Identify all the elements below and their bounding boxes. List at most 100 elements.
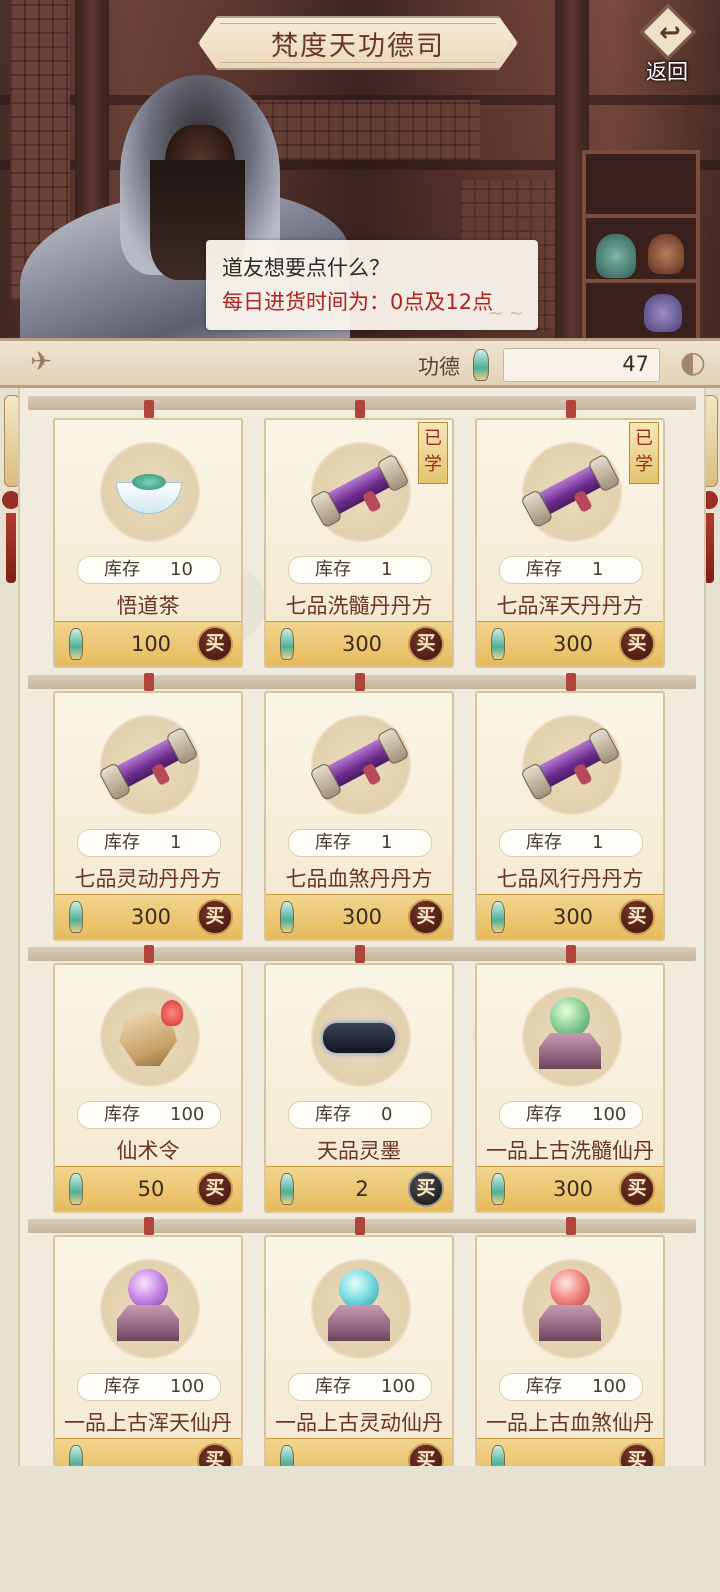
item-name: 一品上古洗髓仙丹 bbox=[486, 1139, 654, 1163]
buy-button[interactable]: 买 bbox=[408, 1171, 444, 1207]
hanger-hook bbox=[144, 945, 154, 963]
stock-pill: 库存 100 bbox=[77, 1101, 221, 1129]
learned-badge: 已学 bbox=[629, 422, 659, 484]
hanger-hook bbox=[144, 400, 154, 418]
hanger-hook bbox=[566, 400, 576, 418]
jade-merit-icon bbox=[491, 628, 505, 660]
recipe-scroll-icon bbox=[514, 714, 627, 812]
item-price: 2 bbox=[355, 1177, 369, 1201]
stock-label: 库存 bbox=[315, 559, 351, 580]
back-label: 返回 bbox=[646, 60, 688, 84]
buy-button[interactable]: 买 bbox=[619, 1443, 655, 1466]
stock-pill: 库存 100 bbox=[77, 1373, 221, 1401]
shop-item-card[interactable]: 库存 100 一品上古洗髓仙丹 300 买 bbox=[475, 945, 665, 1213]
stock-count: 1 bbox=[592, 559, 604, 580]
stock-label: 库存 bbox=[526, 832, 562, 853]
stock-label: 库存 bbox=[315, 1104, 351, 1125]
buy-button[interactable]: 买 bbox=[619, 626, 655, 662]
item-name: 天品灵墨 bbox=[317, 1139, 401, 1163]
buy-button[interactable]: 买 bbox=[619, 899, 655, 935]
shop-item-card[interactable]: 库存 1 七品风行丹丹方 300 买 bbox=[475, 673, 665, 941]
recipe-scroll-icon bbox=[514, 441, 627, 539]
shop-item-card[interactable]: 已学库存 1 七品洗髓丹丹方 300 买 bbox=[264, 400, 454, 668]
shop-item-card[interactable]: 库存 0 天品灵墨 2 买 bbox=[264, 945, 454, 1213]
item-price: 300 bbox=[552, 905, 594, 929]
jade-merit-icon bbox=[69, 1445, 83, 1466]
learned-badge: 已学 bbox=[418, 422, 448, 484]
item-name: 一品上古灵动仙丹 bbox=[275, 1411, 443, 1435]
shop-item-card[interactable]: 库存 100 一品上古浑天仙丹买 bbox=[53, 1217, 243, 1466]
merit-value: 47 bbox=[622, 352, 649, 376]
shop-item-card[interactable]: 库存 100 仙术令 50 买 bbox=[53, 945, 243, 1213]
item-price: 50 bbox=[137, 1177, 165, 1201]
shop-item-card[interactable]: 库存 1 七品血煞丹丹方 300 买 bbox=[264, 673, 454, 941]
item-price: 300 bbox=[341, 632, 383, 656]
stock-pill: 库存 100 bbox=[288, 1373, 432, 1401]
stock-pill: 库存 1 bbox=[77, 829, 221, 857]
item-name: 七品灵动丹丹方 bbox=[74, 867, 222, 891]
stock-label: 库存 bbox=[526, 1376, 562, 1397]
npc-dialog: 道友想要点什么？ 每日进货时间为：0点及12点 ~ ~ bbox=[206, 240, 538, 330]
buy-button[interactable]: 买 bbox=[408, 626, 444, 662]
display-shelf bbox=[582, 150, 700, 345]
stock-count: 100 bbox=[170, 1376, 205, 1397]
item-price: 300 bbox=[552, 1177, 594, 1201]
item-image bbox=[522, 1259, 618, 1355]
stock-pill: 库存 1 bbox=[288, 829, 432, 857]
stock-pill: 库存 100 bbox=[499, 1373, 643, 1401]
ink-stone-icon bbox=[319, 1015, 399, 1055]
item-price: 100 bbox=[130, 632, 172, 656]
stock-label: 库存 bbox=[104, 832, 140, 853]
stock-pill: 库存 0 bbox=[288, 1101, 432, 1129]
item-price: 300 bbox=[130, 905, 172, 929]
shop-item-list[interactable]: 库存 10 悟道茶 100 买已学 库存 1 七品洗髓丹丹方 300 买已学 库存 1 七品浑天丹丹方 3… bbox=[18, 388, 706, 1466]
buy-button[interactable]: 买 bbox=[619, 1171, 655, 1207]
item-image bbox=[309, 442, 410, 538]
hanger-hook bbox=[355, 945, 365, 963]
item-image bbox=[522, 987, 618, 1083]
hanger-hook bbox=[144, 673, 154, 691]
item-name: 一品上古血煞仙丹 bbox=[486, 1411, 654, 1435]
shop-title-banner: 梵度天功德司 bbox=[198, 16, 518, 70]
stock-count: 1 bbox=[592, 832, 604, 853]
recipe-scroll-icon bbox=[92, 714, 205, 812]
buy-button[interactable]: 买 bbox=[197, 626, 233, 662]
crane-icon: ✈ bbox=[30, 347, 52, 377]
jade-merit-icon bbox=[491, 1445, 505, 1466]
spell-token-icon bbox=[113, 1000, 183, 1070]
item-name: 七品浑天丹丹方 bbox=[496, 594, 644, 618]
stock-label: 库存 bbox=[526, 559, 562, 580]
shop-item-card[interactable]: 已学库存 1 七品浑天丹丹方 300 买 bbox=[475, 400, 665, 668]
buy-button[interactable]: 买 bbox=[408, 1443, 444, 1466]
price-bar: 300 买 bbox=[477, 621, 663, 666]
item-image bbox=[100, 987, 196, 1083]
stock-count: 1 bbox=[381, 559, 393, 580]
shop-item-card[interactable]: 库存 100 一品上古灵动仙丹买 bbox=[264, 1217, 454, 1466]
price-bar: 50 买 bbox=[55, 1166, 241, 1211]
jade-merit-icon bbox=[69, 628, 83, 660]
page-title: 梵度天功德司 bbox=[271, 30, 445, 62]
buy-button[interactable]: 买 bbox=[408, 899, 444, 935]
stock-count: 0 bbox=[381, 1104, 393, 1125]
buy-button[interactable]: 买 bbox=[197, 899, 233, 935]
price-bar: 买 bbox=[477, 1438, 663, 1466]
price-bar: 2买 bbox=[266, 1166, 452, 1211]
price-bar: 300 买 bbox=[55, 894, 241, 939]
back-button[interactable]: ↩ 返回 bbox=[632, 3, 702, 84]
buy-button[interactable]: 买 bbox=[197, 1171, 233, 1207]
buy-button[interactable]: 买 bbox=[197, 1443, 233, 1466]
item-name: 七品血煞丹丹方 bbox=[285, 867, 433, 891]
hanger-hook bbox=[566, 1217, 576, 1235]
item-image bbox=[520, 442, 621, 538]
shop-item-card[interactable]: 库存 100 一品上古血煞仙丹买 bbox=[475, 1217, 665, 1466]
shop-item-card[interactable]: 库存 1 七品灵动丹丹方 300 买 bbox=[53, 673, 243, 941]
hanger-hook bbox=[355, 1217, 365, 1235]
recipe-scroll-icon bbox=[303, 714, 416, 812]
hanger-hook bbox=[566, 945, 576, 963]
hanger-hook bbox=[144, 1217, 154, 1235]
price-bar: 买 bbox=[55, 1438, 241, 1466]
item-name: 七品洗髓丹丹方 bbox=[285, 594, 433, 618]
stock-count: 10 bbox=[170, 559, 193, 580]
item-image bbox=[309, 715, 410, 811]
shop-item-card[interactable]: 库存 10 悟道茶 100 买 bbox=[53, 400, 243, 668]
